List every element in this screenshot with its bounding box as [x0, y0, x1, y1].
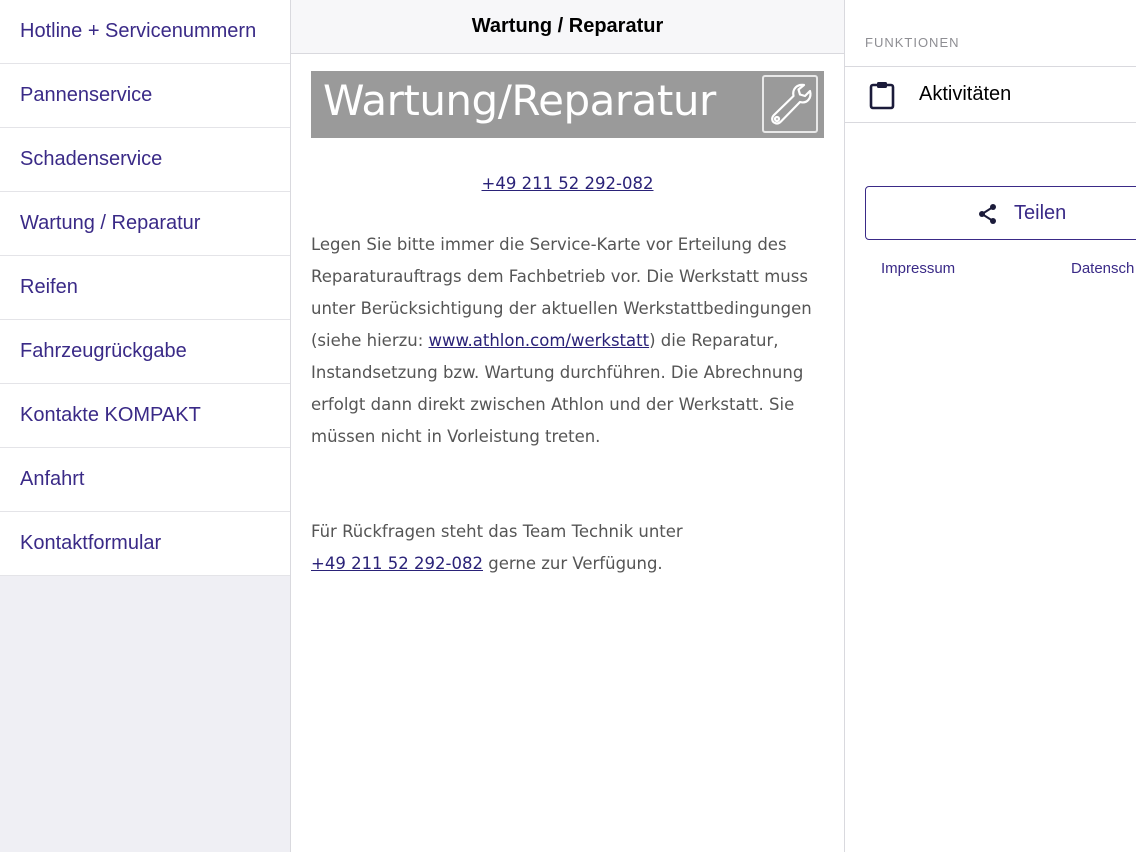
contact-paragraph: Für Rückfragen steht das Team Technik un…	[311, 516, 831, 580]
impressum-link[interactable]: Impressum	[881, 260, 955, 277]
sidebar-item-fahrzeugrueckgabe[interactable]: Fahrzeugrückgabe	[0, 320, 290, 384]
phone-link[interactable]: +49 211 52 292-082	[482, 174, 654, 193]
sidebar-item-kontakte-kompakt[interactable]: Kontakte KOMPAKT	[0, 384, 290, 448]
activities-row[interactable]: Aktivitäten	[845, 67, 1136, 123]
team-phone-link[interactable]: +49 211 52 292-082	[311, 554, 483, 573]
sidebar-item-hotline[interactable]: Hotline + Servicenummern	[0, 0, 290, 64]
sidebar-nav: Hotline + Servicenummern Pannenservice S…	[0, 0, 291, 852]
share-label: Teilen	[1014, 202, 1067, 224]
sidebar-item-schadenservice[interactable]: Schadenservice	[0, 128, 290, 192]
wrench-icon	[762, 75, 818, 133]
sidebar-item-kontaktformular[interactable]: Kontaktformular	[0, 512, 290, 576]
banner-image: Wartung/Reparatur	[311, 71, 824, 138]
page-title: Wartung / Reparatur	[291, 0, 844, 54]
phone-number-block: +49 211 52 292-082	[291, 168, 844, 200]
share-icon	[976, 202, 1000, 231]
paragraph-text: gerne zur Verfügung.	[483, 554, 663, 573]
info-paragraph: Legen Sie bitte immer die Service-Karte …	[311, 229, 831, 453]
sidebar-item-anfahrt[interactable]: Anfahrt	[0, 448, 290, 512]
sidebar-list: Hotline + Servicenummern Pannenservice S…	[0, 0, 290, 576]
sidebar-item-wartung-reparatur[interactable]: Wartung / Reparatur	[0, 192, 290, 256]
sidebar-item-reifen[interactable]: Reifen	[0, 256, 290, 320]
share-button[interactable]: Teilen	[865, 186, 1136, 240]
datenschutz-link[interactable]: Datensch	[1071, 260, 1134, 277]
banner-title: Wartung/Reparatur	[323, 76, 716, 125]
werkstatt-link[interactable]: www.athlon.com/werkstatt	[429, 331, 650, 350]
sidebar-item-pannenservice[interactable]: Pannenservice	[0, 64, 290, 128]
clipboard-icon	[867, 80, 897, 115]
activities-label: Aktivitäten	[919, 83, 1012, 105]
functions-panel: FUNKTIONEN Aktivitäten Teilen Impressum …	[845, 0, 1136, 852]
paragraph-text: Für Rückfragen steht das Team Technik un…	[311, 522, 683, 541]
functions-header: FUNKTIONEN	[865, 35, 960, 50]
content-pane: Wartung / Reparatur Wartung/Reparatur +4…	[291, 0, 845, 852]
